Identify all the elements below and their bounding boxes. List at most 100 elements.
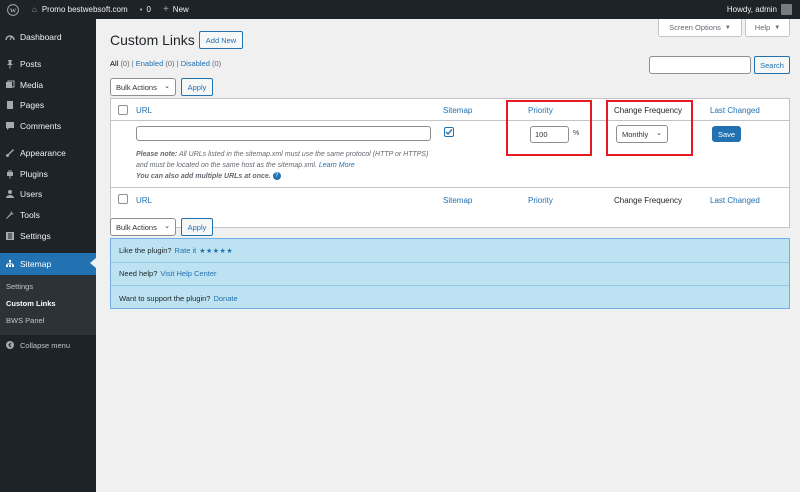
save-button[interactable]: Save bbox=[712, 126, 741, 142]
search-button[interactable]: Search bbox=[754, 56, 790, 74]
donate-link[interactable]: Donate bbox=[213, 294, 237, 303]
site-name-link[interactable]: ⌂ Promo bestwebsoft.com bbox=[26, 0, 134, 19]
apply-button-bottom[interactable]: Apply bbox=[181, 218, 213, 236]
sidebar-item-comments[interactable]: Comments bbox=[0, 116, 96, 136]
donate-notice: Want to support the plugin? Donate bbox=[111, 286, 789, 310]
chevron-down-icon: ⌄ bbox=[164, 83, 170, 91]
admin-bar: W ⌂ Promo bestwebsoft.com ▪ 0 + New Howd… bbox=[0, 0, 800, 19]
pin-icon bbox=[0, 59, 20, 69]
column-footer-url[interactable]: URL bbox=[136, 196, 152, 205]
select-all-checkbox[interactable] bbox=[118, 105, 128, 115]
note-text: All URLs listed in the sitemap.xml must … bbox=[136, 151, 429, 169]
filter-disabled[interactable]: Disabled (0) bbox=[181, 59, 221, 68]
filter-separator: | bbox=[176, 59, 179, 68]
sidebar-item-pages[interactable]: Pages bbox=[0, 95, 96, 115]
comments-link[interactable]: ▪ 0 bbox=[134, 0, 157, 19]
url-help-note: Please note: All URLs listed in the site… bbox=[136, 149, 434, 182]
sidebar-item-label: Tools bbox=[20, 210, 40, 220]
screen-options-label: Screen Options bbox=[669, 23, 721, 32]
dashboard-icon bbox=[0, 32, 20, 42]
priority-highlight-box bbox=[506, 100, 592, 156]
account-menu[interactable]: Howdy, admin bbox=[721, 0, 800, 19]
sidebar-item-label: Pages bbox=[20, 100, 45, 110]
sidebar-item-label: Users bbox=[20, 189, 43, 199]
help-center-link[interactable]: Visit Help Center bbox=[160, 269, 216, 278]
select-all-checkbox-footer[interactable] bbox=[118, 194, 128, 204]
collapse-menu-button[interactable]: Collapse menu bbox=[0, 335, 96, 355]
submenu-item-bws-panel[interactable]: BWS Panel bbox=[6, 316, 44, 325]
new-content-link[interactable]: + New bbox=[157, 0, 195, 19]
sidebar-item-appearance[interactable]: Appearance bbox=[0, 143, 96, 163]
page-title: Custom Links bbox=[110, 32, 195, 48]
plug-icon bbox=[0, 169, 20, 179]
caret-down-icon: ▼ bbox=[774, 24, 781, 31]
help-circle-icon[interactable]: ? bbox=[272, 172, 281, 181]
rate-prompt: Like the plugin? bbox=[119, 246, 172, 255]
column-header-url[interactable]: URL bbox=[136, 106, 152, 115]
collapse-arrow-icon bbox=[0, 340, 20, 350]
sidebar-item-label: Appearance bbox=[20, 148, 66, 158]
column-header-last-changed[interactable]: Last Changed bbox=[710, 106, 760, 115]
note-heading: Please note: bbox=[136, 151, 178, 158]
filter-all[interactable]: All (0) bbox=[110, 59, 130, 68]
caret-down-icon: ▼ bbox=[724, 24, 731, 31]
column-header-sitemap[interactable]: Sitemap bbox=[443, 106, 472, 115]
admin-sidebar: Dashboard Posts Media Pages Comments App… bbox=[0, 19, 96, 492]
sidebar-item-users[interactable]: Users bbox=[0, 184, 96, 204]
learn-more-link[interactable]: Learn More bbox=[319, 162, 355, 169]
sidebar-item-label: Comments bbox=[20, 121, 62, 131]
footer-divider bbox=[111, 187, 789, 188]
sidebar-item-label: Sitemap bbox=[20, 259, 52, 269]
star-rating-icon[interactable]: ★★★★★ bbox=[199, 247, 233, 255]
multiple-urls-note: You can also add multiple URLs at once. bbox=[136, 173, 271, 180]
svg-text:W: W bbox=[10, 7, 17, 14]
bulk-actions-select-bottom[interactable]: Bulk Actions ⌄ bbox=[110, 218, 176, 236]
chevron-down-icon: ⌄ bbox=[164, 223, 170, 231]
sidebar-item-label: Dashboard bbox=[20, 32, 62, 42]
sidebar-item-settings[interactable]: Settings bbox=[0, 226, 96, 246]
apply-button-top[interactable]: Apply bbox=[181, 78, 213, 96]
help-label: Help bbox=[754, 23, 771, 32]
column-footer-priority[interactable]: Priority bbox=[528, 196, 553, 205]
sidebar-item-posts[interactable]: Posts bbox=[0, 54, 96, 74]
plugin-notices: Like the plugin? Rate it ★★★★★ Need help… bbox=[110, 238, 790, 309]
frequency-highlight-box bbox=[606, 100, 693, 156]
new-label: New bbox=[172, 5, 189, 14]
sidebar-item-label: Media bbox=[20, 80, 44, 90]
sitemap-submenu: Settings Custom Links BWS Panel bbox=[0, 275, 96, 335]
column-footer-sitemap[interactable]: Sitemap bbox=[443, 196, 472, 205]
page-icon bbox=[0, 100, 20, 110]
comments-count: 0 bbox=[146, 5, 151, 14]
bulk-actions-label: Bulk Actions bbox=[116, 222, 157, 232]
help-center-notice: Need help? Visit Help Center bbox=[111, 262, 789, 286]
wordpress-logo-icon[interactable]: W bbox=[0, 0, 26, 19]
comment-bubble-icon: ▪ bbox=[139, 5, 143, 14]
sidebar-item-plugins[interactable]: Plugins bbox=[0, 164, 96, 184]
howdy-label: Howdy, admin bbox=[726, 5, 777, 14]
help-prompt: Need help? bbox=[119, 269, 158, 278]
sitemap-icon bbox=[0, 259, 20, 269]
submenu-item-custom-links[interactable]: Custom Links bbox=[6, 299, 56, 308]
plus-icon: + bbox=[162, 4, 169, 15]
bulk-actions-label: Bulk Actions bbox=[116, 82, 157, 92]
bulk-actions-select-top[interactable]: Bulk Actions ⌄ bbox=[110, 78, 176, 96]
media-icon bbox=[0, 80, 20, 90]
rate-plugin-notice: Like the plugin? Rate it ★★★★★ bbox=[111, 239, 789, 263]
comment-icon bbox=[0, 121, 20, 131]
sidebar-item-dashboard[interactable]: Dashboard bbox=[0, 27, 96, 47]
search-input[interactable] bbox=[649, 56, 751, 74]
sidebar-item-sitemap[interactable]: Sitemap bbox=[0, 253, 96, 275]
sidebar-item-tools[interactable]: Tools bbox=[0, 205, 96, 225]
column-footer-last-changed[interactable]: Last Changed bbox=[710, 196, 760, 205]
help-tab[interactable]: Help ▼ bbox=[745, 19, 790, 37]
sidebar-item-media[interactable]: Media bbox=[0, 75, 96, 95]
screen-options-tab[interactable]: Screen Options ▼ bbox=[658, 19, 742, 37]
add-new-button[interactable]: Add New bbox=[199, 31, 243, 49]
rate-it-link[interactable]: Rate it bbox=[175, 246, 197, 255]
main-content: Screen Options ▼ Help ▼ Custom Links Add… bbox=[96, 19, 800, 492]
sitemap-checkbox[interactable] bbox=[444, 127, 454, 137]
submenu-item-settings[interactable]: Settings bbox=[6, 282, 33, 291]
filter-enabled[interactable]: Enabled (0) bbox=[136, 59, 175, 68]
filter-separator: | bbox=[131, 59, 134, 68]
url-textarea[interactable] bbox=[136, 126, 431, 141]
